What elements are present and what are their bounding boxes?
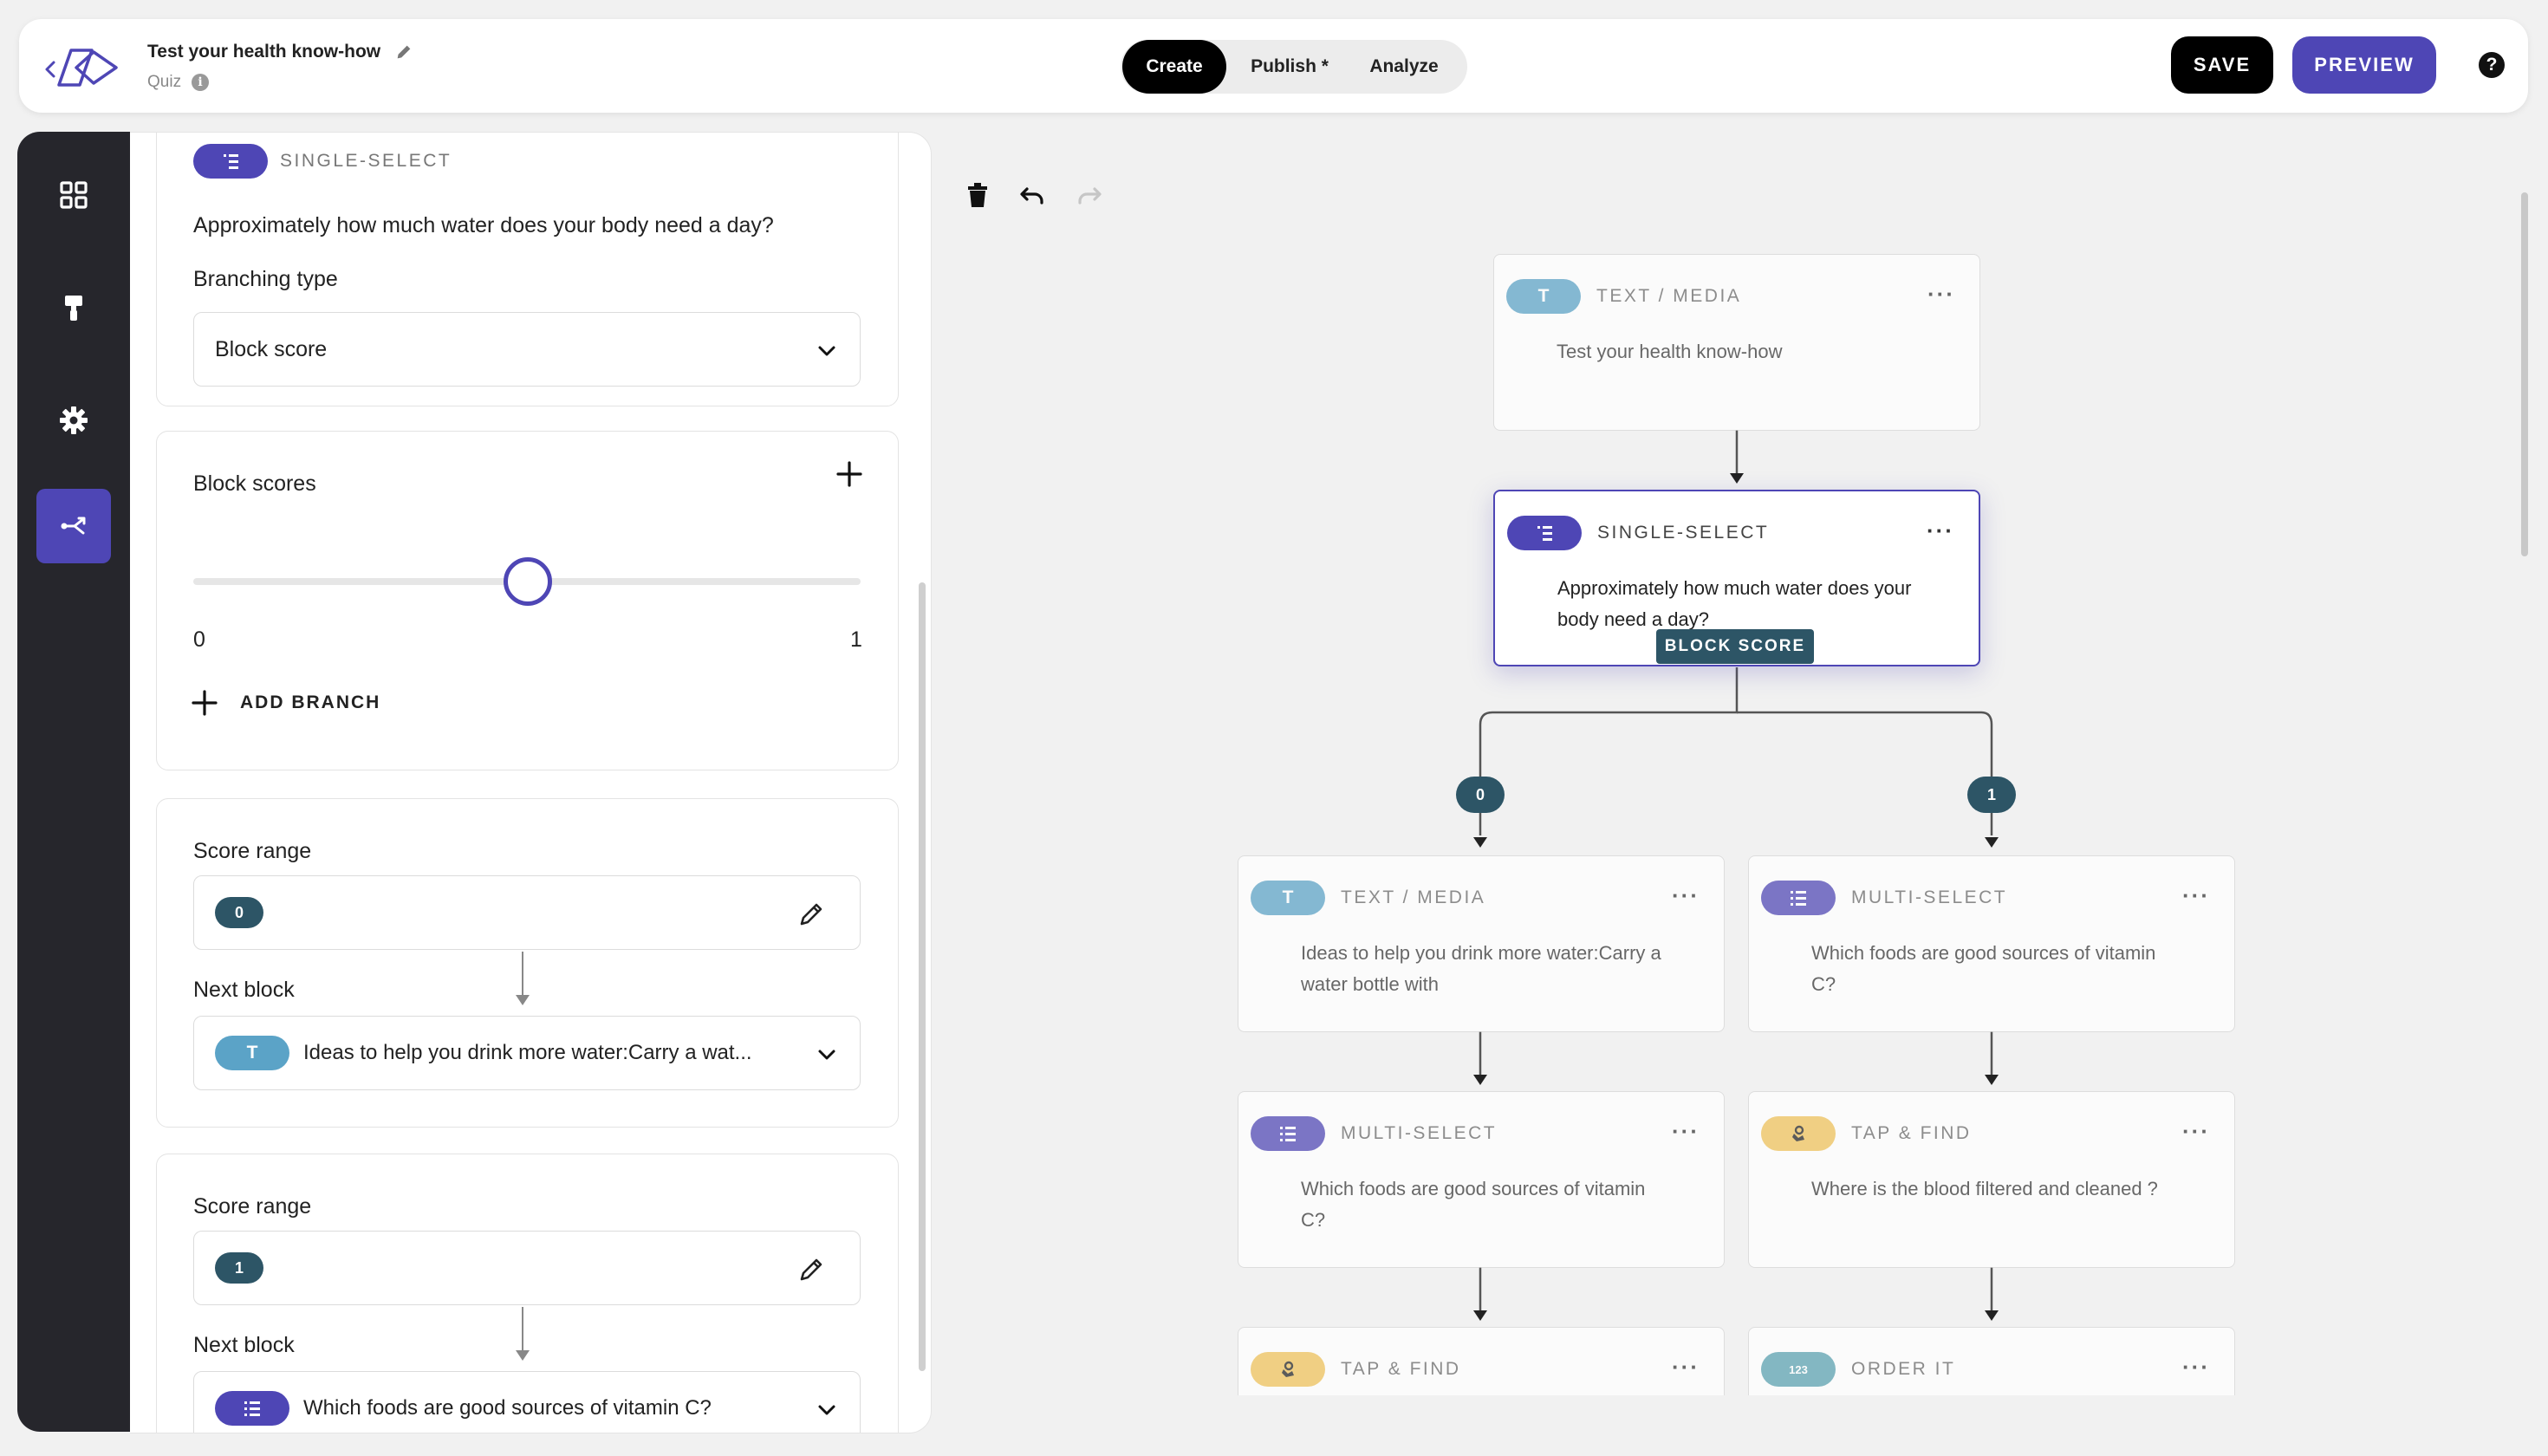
text-media-icon: T	[1251, 881, 1325, 915]
more-options-icon[interactable]: ···	[1672, 882, 1700, 909]
more-options-icon[interactable]: ···	[1927, 281, 1955, 308]
multi-select-icon	[1251, 1116, 1325, 1151]
node-type-label: TAP & FIND	[1851, 1123, 1972, 1143]
canvas-bottom-edge	[953, 1395, 2513, 1456]
more-options-icon[interactable]: ···	[2182, 1354, 2210, 1381]
flow-node-tap-and-find[interactable]: TAP & FIND ··· Where is the blood filter…	[1748, 1091, 2235, 1268]
node-text: Approximately how much water does your b…	[1557, 577, 1912, 630]
branch-chip-1[interactable]: 1	[1967, 777, 2016, 813]
branch-chip-0[interactable]: 0	[1456, 777, 1505, 813]
single-select-icon	[1507, 516, 1582, 550]
node-type-label: MULTI-SELECT	[1851, 887, 2008, 907]
text-media-icon: T	[1506, 279, 1581, 314]
flow-node-multi-select[interactable]: MULTI-SELECT ··· Which foods are good so…	[1748, 855, 2235, 1032]
more-options-icon[interactable]: ···	[2182, 1118, 2210, 1145]
node-type-label: SINGLE-SELECT	[1597, 523, 1770, 543]
canvas-scrollbar[interactable]	[2521, 192, 2528, 556]
node-text: Test your health know-how	[1557, 341, 1783, 362]
more-options-icon[interactable]: ···	[2182, 882, 2210, 909]
node-text: Ideas to help you drink more water:Carry…	[1301, 942, 1661, 995]
order-it-icon: 123	[1761, 1352, 1836, 1387]
block-score-badge: BLOCK SCORE	[1656, 629, 1814, 664]
node-type-label: MULTI-SELECT	[1341, 1123, 1498, 1143]
more-options-icon[interactable]: ···	[1927, 517, 1954, 544]
node-type-label: ORDER IT	[1851, 1359, 1956, 1379]
node-type-label: TAP & FIND	[1341, 1359, 1461, 1379]
tap-icon	[1251, 1352, 1325, 1387]
flow-node-multi-select[interactable]: MULTI-SELECT ··· Which foods are good so…	[1238, 1091, 1725, 1268]
node-text: Where is the blood filtered and cleaned …	[1811, 1178, 2158, 1199]
multi-select-icon	[1761, 881, 1836, 915]
node-text: Which foods are good sources of vitamin …	[1811, 942, 2156, 995]
node-type-label: TEXT / MEDIA	[1341, 887, 1486, 907]
node-type-label: TEXT / MEDIA	[1596, 286, 1742, 306]
node-text: Which foods are good sources of vitamin …	[1301, 1178, 1646, 1231]
more-options-icon[interactable]: ···	[1672, 1354, 1700, 1381]
more-options-icon[interactable]: ···	[1672, 1118, 1700, 1145]
flow-node-text-media[interactable]: T TEXT / MEDIA ··· Test your health know…	[1493, 254, 1980, 431]
flow-node-text-media[interactable]: T TEXT / MEDIA ··· Ideas to help you dri…	[1238, 855, 1725, 1032]
tap-icon	[1761, 1116, 1836, 1151]
